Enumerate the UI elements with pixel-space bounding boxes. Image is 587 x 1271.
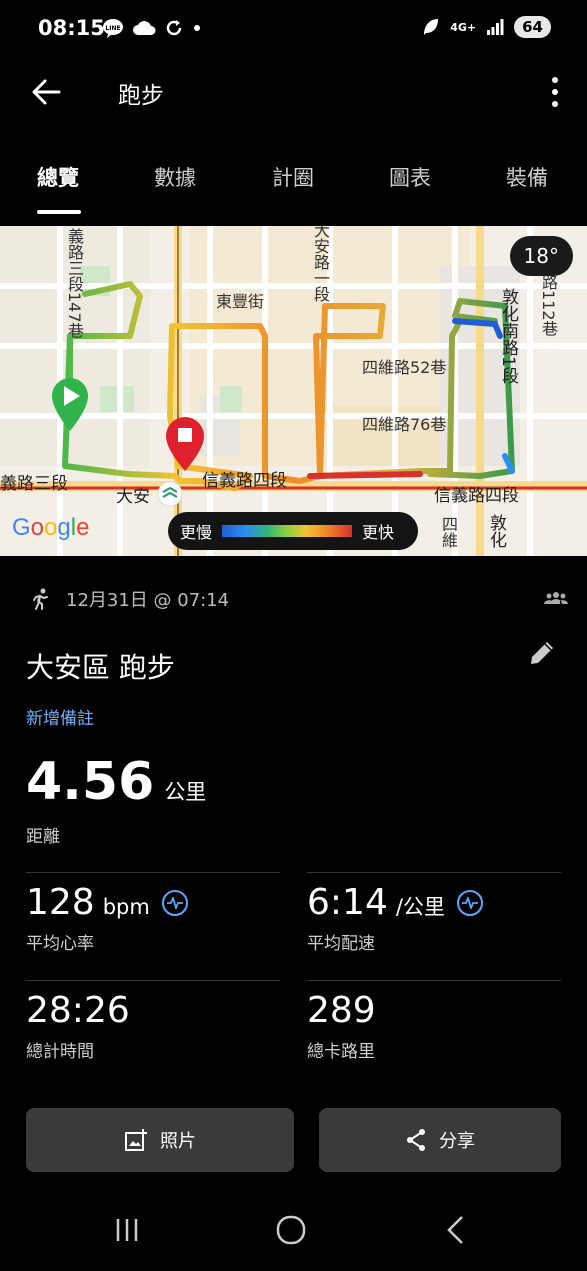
svg-text:LINE: LINE: [105, 25, 120, 32]
app-bar: 跑步: [0, 60, 587, 122]
active-tab-indicator: [37, 210, 81, 214]
pace-value: 6:14: [307, 882, 388, 923]
edit-title-button[interactable]: [527, 638, 559, 670]
add-photo-icon: [125, 1129, 147, 1151]
map-label-street: 信義路四段: [434, 486, 519, 506]
more-options-button[interactable]: [545, 72, 565, 112]
divider: [307, 980, 561, 981]
arrow-left-icon: [32, 79, 61, 105]
pace-stat: 6:14 /公里 平均配速: [307, 882, 483, 954]
legend-slow-label: 更慢: [180, 523, 213, 542]
divider: [307, 872, 561, 873]
signal-icon: [487, 19, 504, 35]
activity-date: 12月31日 @ 07:14: [66, 590, 230, 611]
add-photo-label: 照片: [160, 1131, 196, 1152]
map-label-street: 東豐街: [216, 292, 265, 311]
more-dot-icon: [552, 101, 558, 107]
calories-label: 總卡路里: [307, 1042, 375, 1062]
cloud-icon: [133, 21, 156, 35]
temperature-badge: 18°: [509, 236, 573, 276]
more-dot-icon: [552, 77, 558, 83]
add-note-link[interactable]: 新增備註: [26, 704, 94, 729]
map-label-street: 四維路76巷: [362, 415, 447, 434]
map-label-street: 四維: [439, 516, 458, 548]
map-label-street: 義路三段: [0, 474, 68, 494]
distance-value: 4.56: [26, 752, 155, 812]
heart-rate-stat: 128 bpm 平均心率: [26, 882, 188, 954]
leaf-icon: [424, 19, 439, 35]
calories-value: 289: [307, 990, 376, 1031]
running-icon: [33, 588, 48, 610]
total-time-value: 28:26: [26, 990, 130, 1031]
network-type-label: 4G+: [450, 20, 477, 34]
total-time-label: 總計時間: [26, 1042, 94, 1062]
total-time-stat: 28:26 總計時間: [26, 990, 130, 1062]
activity-title: 大安區 跑步: [26, 651, 175, 684]
more-dot-icon: [552, 89, 558, 95]
status-time: 08:15: [38, 16, 105, 40]
divider: [26, 980, 280, 981]
distance-value-row: 4.56 公里: [26, 752, 206, 812]
pace-unit: /公里: [395, 895, 445, 919]
calories-stat: 289 總卡路里: [307, 990, 376, 1062]
tab-charts[interactable]: 圖表: [389, 162, 431, 192]
activity-date-row: 12月31日 @ 07:14: [28, 586, 568, 612]
heart-rate-label: 平均心率: [26, 934, 94, 954]
legend-gradient-bar: [222, 525, 353, 537]
home-button[interactable]: [266, 1210, 316, 1250]
page-title: 跑步: [118, 83, 164, 109]
pace-label: 平均配速: [307, 934, 375, 954]
status-bar: 08:15 LINE 4G+ 64: [0, 0, 587, 60]
line-app-icon: LINE: [103, 19, 123, 38]
share-icon: [407, 1129, 425, 1151]
notification-icons: LINE: [102, 18, 202, 38]
route-map[interactable]: 義路三段147巷 東豐街 大安路一段 敦化南路1段 四維路52巷 四維路76巷 …: [0, 226, 587, 556]
system-icons: 4G+ 64: [422, 16, 551, 38]
tab-laps[interactable]: 計圈: [272, 162, 314, 192]
map-label-street: 義路三段147巷: [65, 228, 84, 339]
heart-rate-value: 128: [26, 882, 95, 923]
legend-fast-label: 更快: [362, 523, 395, 542]
share-label: 分享: [439, 1131, 475, 1152]
tab-data[interactable]: 數據: [154, 162, 196, 192]
pace-legend: 更慢 更快: [168, 512, 418, 550]
tab-bar: 總覽 數據 計圈 圖表 裝備: [0, 148, 587, 218]
system-nav-bar: [0, 1192, 587, 1271]
map-label-street: 敦化南路1段: [498, 288, 518, 384]
map-label-street: 信義路四段: [202, 471, 287, 491]
chevron-left-icon: [447, 1216, 463, 1244]
battery-indicator: 64: [514, 16, 551, 38]
back-button[interactable]: [24, 72, 68, 112]
divider: [26, 872, 280, 873]
group-icon[interactable]: [544, 588, 568, 608]
map-label-station: 大安: [116, 487, 150, 507]
map-label-street: 四維路52巷: [362, 358, 447, 377]
distance-unit: 公里: [164, 780, 207, 804]
map-canvas: [0, 226, 587, 556]
heart-rate-unit: bpm: [102, 895, 150, 919]
tab-gear[interactable]: 裝備: [506, 162, 548, 192]
add-photo-button[interactable]: 照片: [26, 1108, 294, 1172]
map-label-street: 大安路一段: [311, 226, 330, 302]
home-icon: [276, 1215, 306, 1245]
dot-icon: [194, 25, 200, 31]
pencil-icon: [531, 642, 553, 664]
recent-apps-icon: [116, 1219, 138, 1241]
distance-label: 距離: [26, 827, 60, 847]
sync-icon: [166, 20, 182, 36]
heart-rate-info-icon[interactable]: [161, 889, 188, 916]
share-button[interactable]: 分享: [319, 1108, 561, 1172]
google-logo: Google: [12, 514, 90, 541]
tab-overview[interactable]: 總覽: [37, 162, 79, 192]
recent-apps-button[interactable]: [102, 1210, 152, 1250]
map-label-street: 路112巷: [539, 274, 558, 337]
map-label-street: 敦化: [486, 514, 506, 548]
system-back-button[interactable]: [430, 1210, 480, 1250]
pace-info-icon[interactable]: [456, 889, 483, 916]
